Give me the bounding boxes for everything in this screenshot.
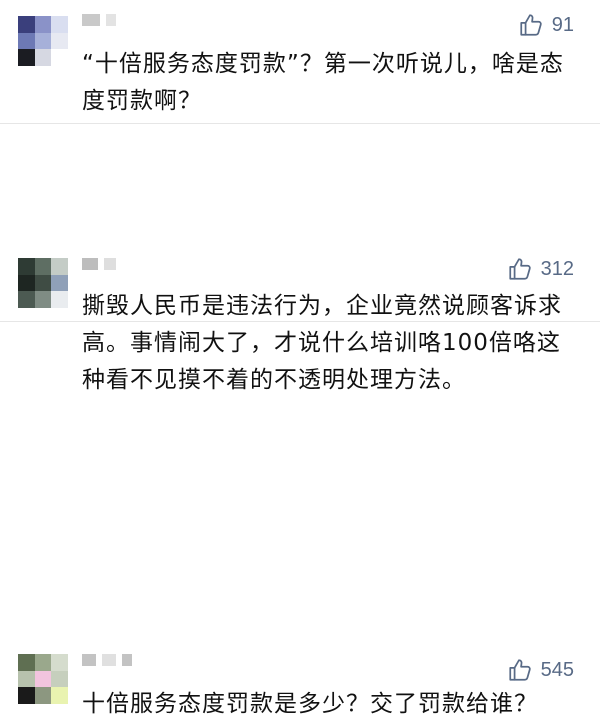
username-block	[104, 258, 116, 270]
avatar[interactable]	[18, 16, 68, 66]
comment-item: 312 撕毁人民币是违法行为，企业竟然说顾客诉求高。事情闹大了，才说什么培训咯1…	[0, 124, 600, 393]
avatar-pixel	[34, 49, 52, 66]
like-count: 91	[551, 13, 574, 36]
avatar-pixel	[34, 16, 52, 33]
username-block	[102, 654, 116, 666]
like-count: 312	[540, 257, 574, 280]
like-button[interactable]: 91	[518, 12, 574, 38]
like-button[interactable]: 312	[507, 256, 574, 282]
thumbs-up-icon	[509, 659, 531, 681]
avatar-pixel	[18, 654, 35, 671]
avatar-pixel	[18, 32, 35, 50]
avatar-pixel	[18, 687, 35, 704]
avatar-pixel	[51, 291, 68, 308]
avatar-pixel	[51, 670, 68, 688]
username-block	[106, 14, 116, 26]
comment-item: 91 “十倍服务态度罚款”？第一次听说儿，啥是态度罚款啊？	[0, 0, 600, 124]
thumbs-up-icon	[520, 14, 542, 36]
avatar-pixel	[51, 16, 68, 33]
thumbs-up-icon	[509, 258, 531, 280]
comment-text: 十倍服务态度罚款是多少？交了罚款给谁？	[82, 691, 538, 717]
username-redacted[interactable]	[82, 258, 116, 270]
username-redacted[interactable]	[82, 14, 116, 26]
username-block	[82, 258, 98, 270]
avatar-pixel	[34, 258, 52, 275]
avatar-pixel	[51, 274, 68, 292]
avatar-pixel	[18, 49, 35, 66]
avatar-pixel	[18, 291, 35, 308]
avatar-pixel	[34, 670, 52, 688]
like-button[interactable]: 545	[507, 657, 574, 683]
avatar-pixel	[34, 274, 52, 292]
avatar-pixel	[51, 49, 68, 66]
avatar-pixel	[34, 32, 52, 50]
avatar-pixel	[18, 16, 35, 33]
like-count: 545	[540, 658, 574, 681]
avatar-pixel	[18, 274, 35, 292]
avatar-pixel	[34, 654, 52, 671]
avatar-pixel	[18, 670, 35, 688]
avatar-pixel	[51, 687, 68, 704]
username-block	[82, 654, 96, 666]
comment-item: 545 十倍服务态度罚款是多少？交了罚款给谁？	[0, 322, 600, 717]
avatar-pixel	[51, 32, 68, 50]
avatar[interactable]	[18, 654, 68, 704]
username-block	[122, 654, 132, 666]
avatar-pixel	[34, 291, 52, 308]
avatar-pixel	[51, 258, 68, 275]
avatar-pixel	[18, 258, 35, 275]
avatar-pixel	[51, 654, 68, 671]
username-block	[82, 14, 100, 26]
avatar[interactable]	[18, 258, 68, 308]
avatar-pixel	[34, 687, 52, 704]
username-redacted[interactable]	[82, 654, 132, 666]
comment-text: “十倍服务态度罚款”？第一次听说儿，啥是态度罚款啊？	[82, 51, 564, 114]
